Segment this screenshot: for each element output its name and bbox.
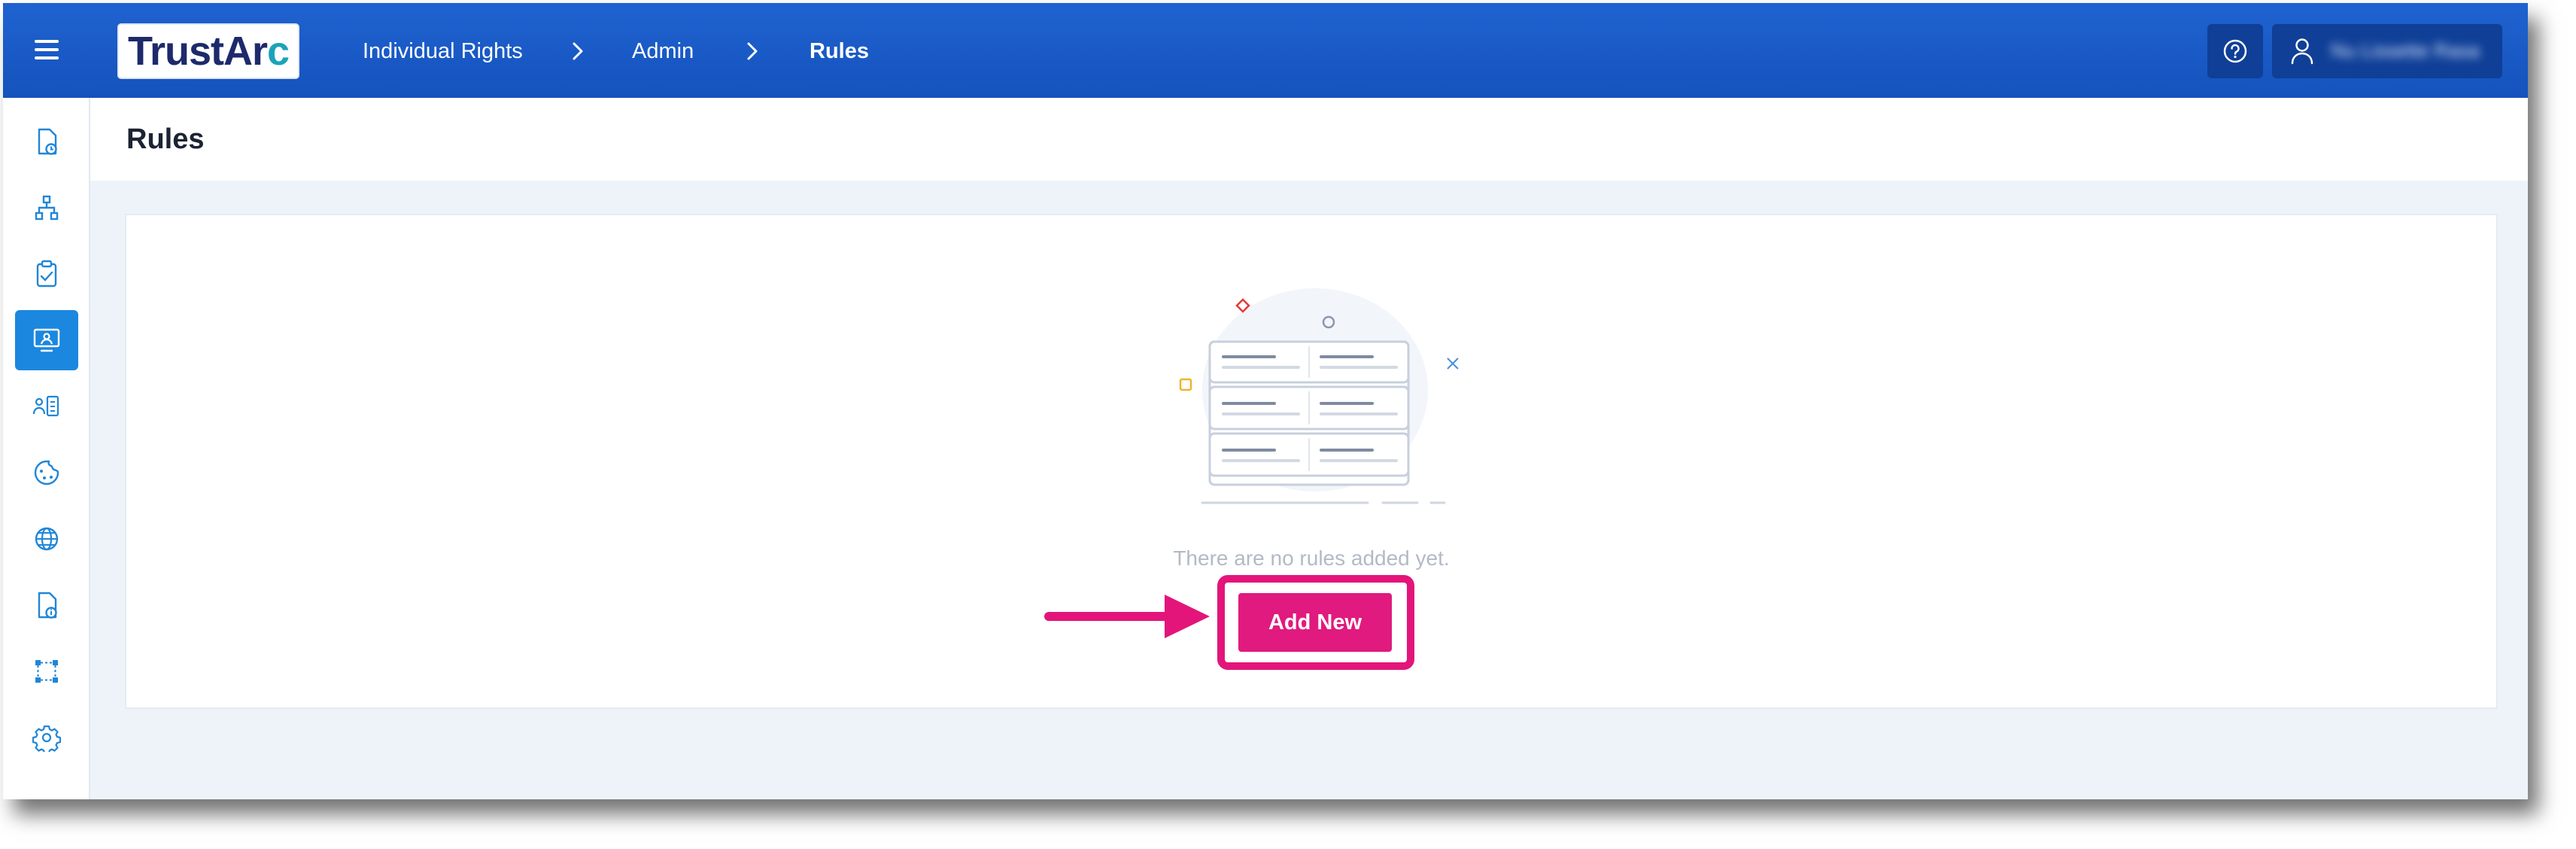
arrow-right-icon [1044, 595, 1210, 638]
sitemap-icon [35, 195, 59, 221]
page-header: Rules [90, 98, 2528, 181]
chevron-right-icon [573, 42, 583, 60]
workflow-icon [35, 660, 58, 683]
rules-empty-state-card: There are no rules added yet. Add New [125, 214, 2498, 709]
breadcrumb-individual-rights[interactable]: Individual Rights [363, 38, 523, 65]
clipboard-check-icon [36, 260, 57, 288]
hamburger-icon[interactable] [35, 38, 62, 61]
people-list-icon [32, 395, 59, 417]
document-info-icon [38, 592, 57, 619]
breadcrumb-rules: Rules [810, 39, 869, 63]
document-clock-icon [38, 128, 57, 155]
user-icon [2291, 38, 2313, 65]
sidebar-item-cookies[interactable] [15, 443, 78, 503]
empty-state-message: There are no rules added yet. [1173, 546, 1450, 570]
help-circle-icon [2223, 39, 2247, 63]
sidebar-item-global[interactable] [15, 509, 78, 569]
sidebar-item-notices[interactable] [15, 575, 78, 635]
palette-icon [34, 460, 59, 485]
breadcrumb-admin[interactable]: Admin [632, 38, 694, 65]
add-new-button[interactable]: Add New [1238, 593, 1392, 652]
user-name: Nu Lissette Rasa [2331, 39, 2480, 62]
globe-icon [35, 527, 59, 551]
gear-icon [32, 725, 61, 752]
sidebar-item-data-flow[interactable] [15, 178, 78, 238]
trustarc-logo[interactable]: TrustArc [117, 23, 299, 79]
user-menu-button[interactable]: Nu Lissette Rasa [2272, 24, 2502, 78]
sidebar-item-people[interactable] [15, 376, 78, 437]
logo-text: TrustArc [127, 29, 290, 74]
empty-table-illustration-icon [1179, 288, 1459, 504]
app-window: TrustArc Individual Rights Admin Rules N… [3, 3, 2528, 799]
sidebar-item-assessments[interactable] [15, 111, 78, 172]
sidebar-item-workflow[interactable] [15, 641, 78, 701]
chevron-right-icon [747, 42, 758, 60]
monitor-user-icon [33, 328, 60, 352]
help-button[interactable] [2207, 24, 2263, 78]
sidebar-item-individual-rights[interactable] [15, 310, 78, 370]
page-title: Rules [126, 123, 205, 155]
sidebar-item-settings[interactable] [15, 708, 78, 768]
sidebar [3, 98, 90, 799]
sidebar-item-checklist[interactable] [15, 244, 78, 304]
top-bar: TrustArc Individual Rights Admin Rules N… [3, 3, 2528, 98]
